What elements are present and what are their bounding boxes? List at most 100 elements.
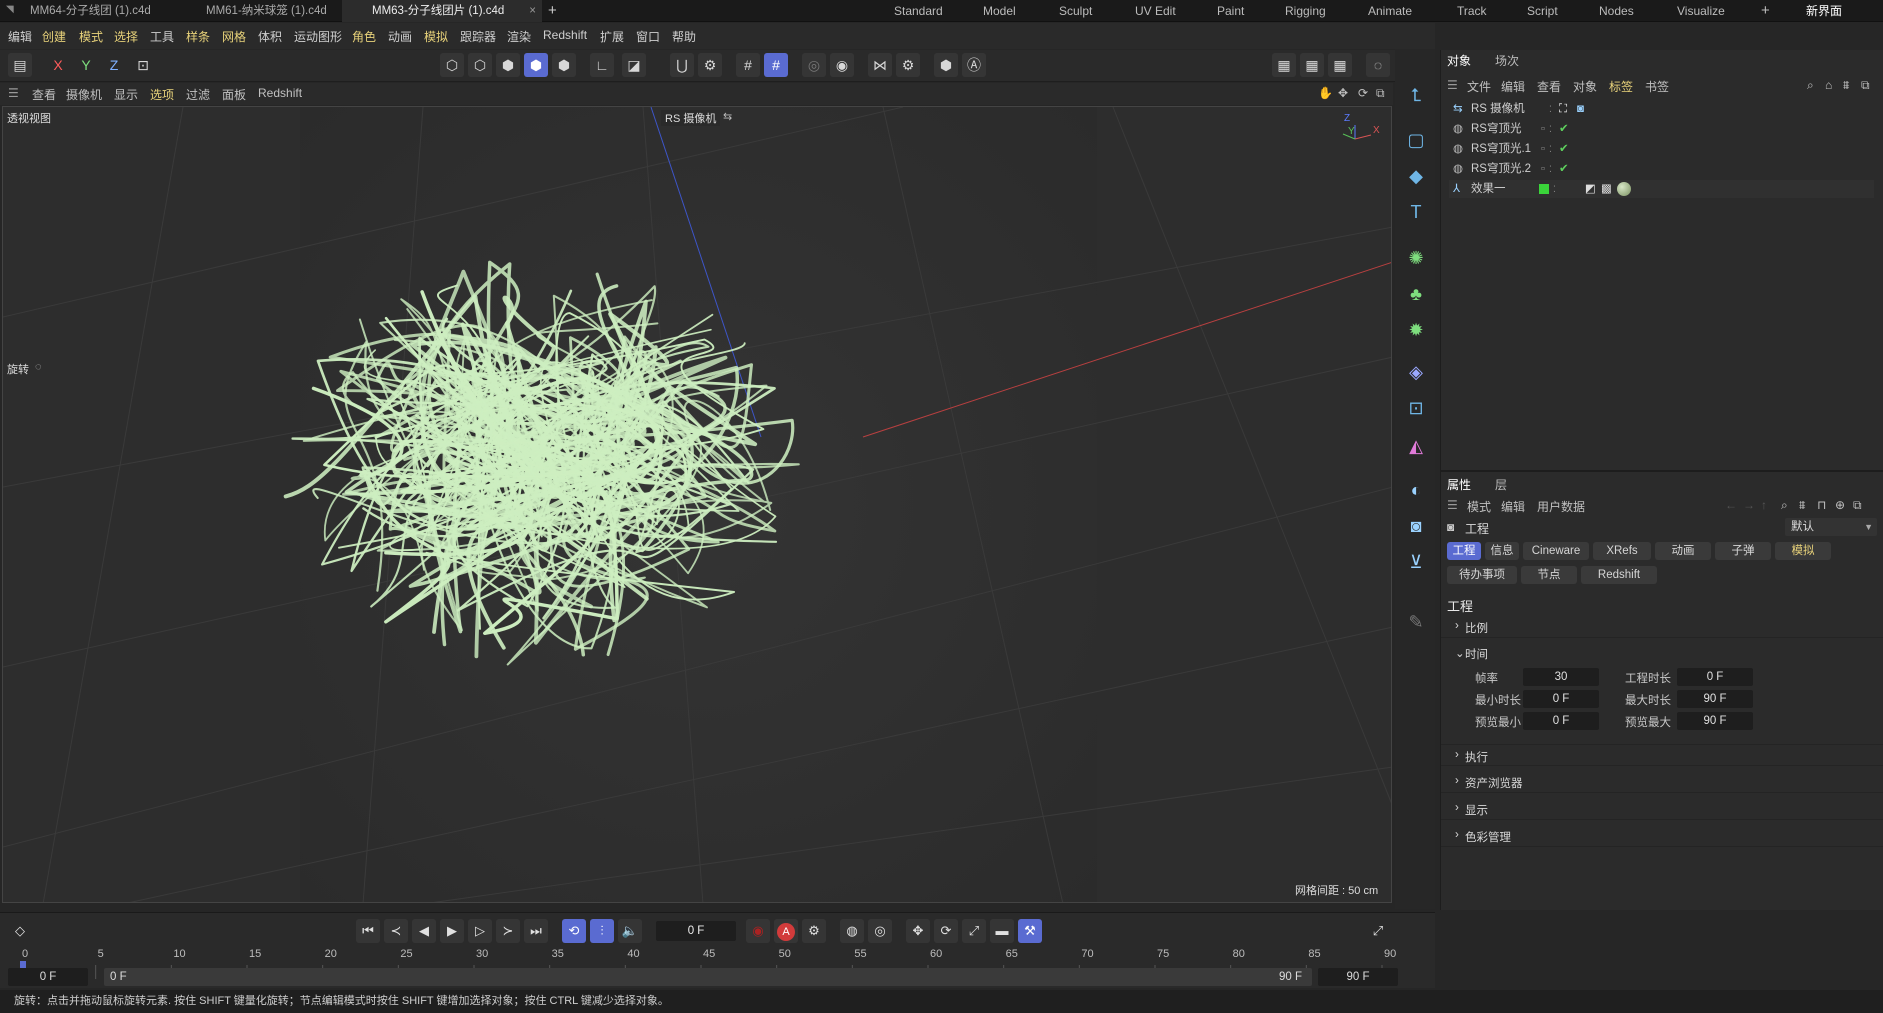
axis-z-lock[interactable]: Z — [102, 53, 126, 77]
section-asset-browser[interactable]: › 资产浏览器 — [1441, 771, 1883, 793]
visibility-dots-icon[interactable]: ⁚ — [1549, 160, 1552, 178]
rectangle-spline-icon[interactable]: ▢ — [1403, 127, 1429, 153]
hud-icon[interactable]: ⬢ — [934, 53, 958, 77]
axis-y-lock[interactable]: Y — [74, 53, 98, 77]
autokey-icon[interactable]: A — [774, 919, 798, 943]
solo-icon[interactable]: ◪ — [622, 53, 646, 77]
om-menu-view[interactable]: 查看 — [1537, 78, 1561, 95]
render-settings-icon[interactable]: ◉ — [830, 53, 854, 77]
tab-info[interactable]: 信息 — [1485, 542, 1519, 560]
om-menu-file[interactable]: 文件 — [1467, 78, 1491, 95]
cube-primitive-icon[interactable]: ◆ — [1403, 163, 1429, 189]
am-menu-mode[interactable]: 模式 — [1467, 498, 1491, 515]
expand-panel-icon[interactable]: ⧉ — [1853, 498, 1862, 513]
active-camera-label[interactable]: RS 摄像机 — [661, 110, 721, 126]
menu-spline[interactable]: 样条 — [186, 28, 210, 45]
layout-sculpt[interactable]: Sculpt — [1059, 0, 1092, 22]
menu-volume[interactable]: 体积 — [258, 28, 282, 45]
tab-todo[interactable]: 待办事项 — [1447, 566, 1517, 584]
tab-simulation[interactable]: 模拟 — [1775, 542, 1831, 560]
view-menu-panel[interactable]: 面板 — [222, 86, 246, 103]
add-layout-button[interactable]: + — [1761, 0, 1770, 22]
coordinate-system-icon[interactable]: ⊡ — [131, 53, 155, 77]
view-menu-redshift[interactable]: Redshift — [258, 86, 302, 100]
enabled-check-icon[interactable]: ✔ — [1559, 140, 1569, 158]
close-tab-icon[interactable]: × — [529, 0, 536, 22]
view-menu-filter[interactable]: 过滤 — [186, 86, 210, 103]
snap-settings-icon[interactable]: ⚙ — [698, 53, 722, 77]
tab-takes[interactable]: 场次 — [1495, 52, 1519, 69]
visibility-dots-icon[interactable]: ⁚ — [1549, 140, 1552, 158]
axis-mode-icon[interactable]: ∟ — [590, 53, 614, 77]
hamburger-icon[interactable]: ☰ — [1447, 78, 1458, 92]
deformer-icon[interactable]: ◈ — [1403, 359, 1429, 385]
tab-cineware[interactable]: Cineware — [1523, 542, 1589, 560]
menu-extensions[interactable]: 扩展 — [600, 28, 624, 45]
edges-mode-icon[interactable]: ⬡ — [468, 53, 492, 77]
key-param-icon[interactable]: ▬ — [990, 919, 1014, 943]
up-arrow-icon[interactable]: ↑ — [1761, 498, 1767, 512]
camera-tag-icon[interactable]: ◙ — [1577, 100, 1584, 118]
loop-icon[interactable]: ⟲ — [562, 919, 586, 943]
om-menu-edit[interactable]: 编辑 — [1501, 78, 1525, 95]
object-row-dome-light-1[interactable]: ◍ RS穹顶光.1 ▫ ⁚ ✔ — [1449, 140, 1874, 158]
layer-color-swatch[interactable] — [1539, 184, 1549, 194]
view-menu-options[interactable]: 选项 — [150, 86, 174, 103]
range-slider[interactable]: 0 F 90 F — [104, 968, 1312, 986]
key-settings-icon[interactable]: ⚙ — [802, 919, 826, 943]
tab-project[interactable]: 工程 — [1447, 542, 1481, 560]
render-region-icon[interactable]: ◎ — [802, 53, 826, 77]
menu-window[interactable]: 窗口 — [636, 28, 660, 45]
perspective-viewport[interactable]: Z Y X 透视视图 RS 摄像机 ⇆ 旋转 ◌ 网格间距 : 50 cm — [2, 106, 1392, 903]
om-menu-object[interactable]: 对象 — [1573, 78, 1597, 95]
tab-nodes[interactable]: 节点 — [1521, 566, 1577, 584]
menu-mode[interactable]: 模式 — [79, 28, 103, 45]
frame-rate-field[interactable]: 30 — [1523, 668, 1599, 686]
previous-key-icon[interactable]: ≺ — [384, 919, 408, 943]
enabled-check-icon[interactable]: ✔ — [1559, 160, 1569, 178]
sound-icon[interactable]: 🔈 — [618, 919, 642, 943]
camera-switch-icon[interactable]: ⇆ — [723, 110, 732, 123]
file-tab-1[interactable]: MM64-分子线团 (1).c4d — [0, 0, 190, 22]
effector-dock-icon[interactable]: ✹ — [1403, 317, 1429, 343]
enabled-check-icon[interactable]: ✔ — [1559, 120, 1569, 138]
menu-select[interactable]: 选择 — [114, 28, 138, 45]
layer-tag-icon[interactable]: ▫ — [1541, 160, 1545, 178]
axis-x-lock[interactable]: X — [46, 53, 70, 77]
hamburger-icon[interactable]: ☰ — [1447, 498, 1458, 512]
preset-dropdown[interactable]: 默认 ▼ — [1785, 518, 1877, 536]
file-tab-3[interactable]: MM63-分子线团片 (1).c4d × — [342, 0, 542, 22]
timeline-expand-icon[interactable]: ⤢ — [1366, 919, 1390, 943]
layout-script[interactable]: Script — [1527, 0, 1558, 22]
go-to-end-icon[interactable]: ⏭ — [524, 919, 548, 943]
key-rotation-icon[interactable]: ⟳ — [934, 919, 958, 943]
view-menu-display[interactable]: 显示 — [114, 86, 138, 103]
range-end-field[interactable]: 90 F — [1318, 968, 1398, 986]
expand-panel-icon[interactable]: ⧉ — [1861, 78, 1870, 93]
rotate-view-icon[interactable]: ⟳ — [1358, 86, 1368, 100]
search-icon[interactable]: ⌕ — [1807, 78, 1814, 93]
polygons-mode-icon[interactable]: ⬢ — [496, 53, 520, 77]
paint-tool-icon[interactable]: ✎ — [1403, 609, 1429, 635]
next-frame-icon[interactable]: ▷ — [468, 919, 492, 943]
layout-standard[interactable]: Standard — [894, 0, 943, 22]
render-picture-viewer-icon[interactable]: ▦ — [1300, 53, 1324, 77]
visibility-dots-icon[interactable]: ⁚ — [1553, 180, 1556, 198]
snap-icon[interactable]: ⋃ — [670, 53, 694, 77]
next-key-icon[interactable]: ≻ — [496, 919, 520, 943]
object-row-dome-light-2[interactable]: ◍ RS穹顶光.2 ▫ ⁚ ✔ — [1449, 160, 1874, 178]
max-time-field[interactable]: 90 F — [1677, 690, 1753, 708]
camera-dock-icon[interactable]: ◙ — [1403, 513, 1429, 539]
menu-mesh[interactable]: 网格 — [222, 28, 246, 45]
layout-visualize[interactable]: Visualize — [1677, 0, 1725, 22]
layout-rigging[interactable]: Rigging — [1285, 0, 1326, 22]
null-object-icon[interactable]: ⊡ — [1403, 395, 1429, 421]
tab-animation[interactable]: 动画 — [1655, 542, 1711, 560]
menu-redshift[interactable]: Redshift — [543, 28, 587, 42]
phong-tag-icon[interactable]: ◩ — [1585, 180, 1596, 198]
texture-mode-icon[interactable]: ⬢ — [552, 53, 576, 77]
menu-simulate[interactable]: 模拟 — [424, 28, 448, 45]
layer-tag-icon[interactable]: ▫ — [1541, 120, 1545, 138]
lock-icon[interactable]: ⊓ — [1817, 498, 1826, 512]
key-scale-icon[interactable]: ⤢ — [962, 919, 986, 943]
